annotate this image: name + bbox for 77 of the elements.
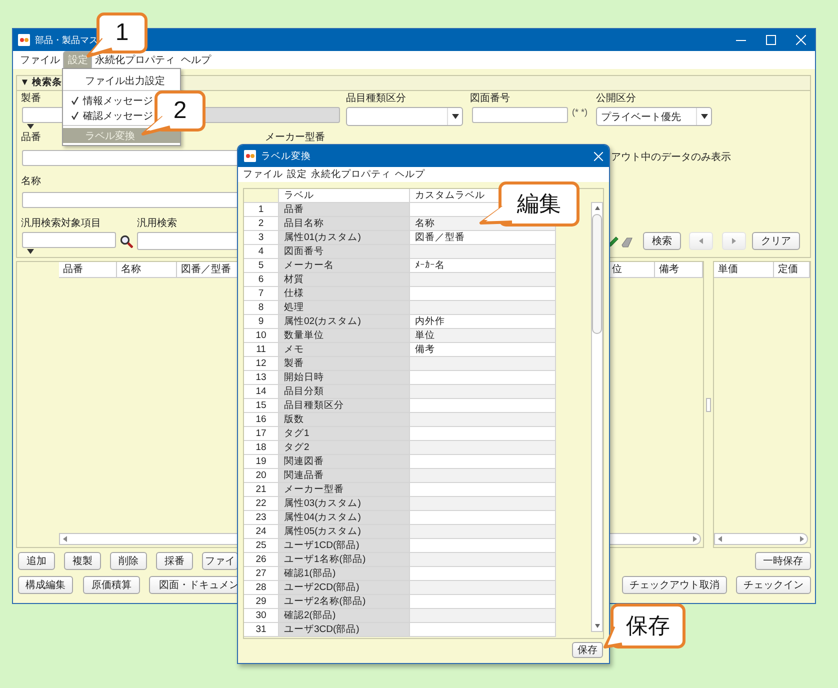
callout-text: 保存 [626,612,670,640]
row-number: 21 [244,483,279,497]
table-cell: メーカー型番 [279,483,410,497]
row-number: 15 [244,399,279,413]
table-cell: 属性02(カスタム) [279,315,410,329]
row-number: 18 [244,441,279,455]
field-label: 名称 [21,176,41,188]
row-number: 24 [244,525,279,539]
table-cell: 関連品番 [279,469,410,483]
table-cell: メーカー名 [279,259,410,273]
table-cell: ユーザ3CD(部品) [279,623,410,637]
table-cell: 材質 [279,273,410,287]
row-number: 20 [244,469,279,483]
window-title: 部品・製品マス [35,34,98,46]
option-label: アウト中のデータのみ表示 [611,152,731,164]
row-number: 22 [244,497,279,511]
field-label: 汎用検索対象項目 [21,218,101,230]
field-hint: (* *) [572,107,588,117]
row-number: 23 [244,511,279,525]
row-number: 5 [244,259,279,273]
row-number: 1 [244,203,279,217]
table-cell: 数量単位 [279,329,410,343]
row-number: 28 [244,581,279,595]
row-number: 26 [244,553,279,567]
table-cell: 属性05(カスタム) [279,525,410,539]
table-cell: タグ2 [279,441,410,455]
row-number: 7 [244,287,279,301]
row-number: 16 [244,413,279,427]
field-label: 製番 [21,93,41,105]
table-cell: 図面番号 [279,245,410,259]
table-cell: 属性01(カスタム) [279,231,410,245]
table-cell: 関連図番 [279,455,410,469]
table-cell: ユーザ2名称(部品) [279,595,410,609]
row-number: 8 [244,301,279,315]
table-cell: 属性04(カスタム) [279,511,410,525]
row-number: 30 [244,609,279,623]
table-cell: 版数 [279,413,410,427]
row-number: 31 [244,623,279,637]
field-label: 品目種類区分 [346,93,406,105]
row-number: 14 [244,385,279,399]
row-number: 10 [244,329,279,343]
row-number: 6 [244,273,279,287]
table-cell: 品目分類 [279,385,410,399]
row-number: 11 [244,343,279,357]
row-number: 25 [244,539,279,553]
row-number: 9 [244,315,279,329]
row-number: 4 [244,245,279,259]
row-number: 12 [244,357,279,371]
field-label: 公開区分 [596,93,636,105]
table-cell: 品目名称 [279,217,410,231]
row-number: 3 [244,231,279,245]
table-cell: タグ1 [279,427,410,441]
table-cell: ユーザ2CD(部品) [279,581,410,595]
field-label: 品番 [21,132,41,144]
table-cell: 確認1(部品) [279,567,410,581]
callout-text: 1 [115,19,129,47]
table-cell: メモ [279,343,410,357]
field-label: メーカー型番 [265,132,325,144]
table-cell: 品番 [279,203,410,217]
table-cell: ユーザ1名称(部品) [279,553,410,567]
row-number: 29 [244,595,279,609]
row-number: 2 [244,217,279,231]
table-cell: 品目種類区分 [279,399,410,413]
window-title: ラベル変換 [261,150,311,162]
row-number: 27 [244,567,279,581]
row-number: 13 [244,371,279,385]
field-label: 図面番号 [470,93,510,105]
table-cell: 処理 [279,301,410,315]
table-cell: 製番 [279,357,410,371]
table-cell: 属性03(カスタム) [279,497,410,511]
table-cell: 開始日時 [279,371,410,385]
row-number: 17 [244,427,279,441]
table-cell: 確認2(部品) [279,609,410,623]
field-label: 汎用検索 [137,218,177,230]
table-cell: 仕様 [279,287,410,301]
table-cell: ユーザ1CD(部品) [279,539,410,553]
row-number: 19 [244,455,279,469]
